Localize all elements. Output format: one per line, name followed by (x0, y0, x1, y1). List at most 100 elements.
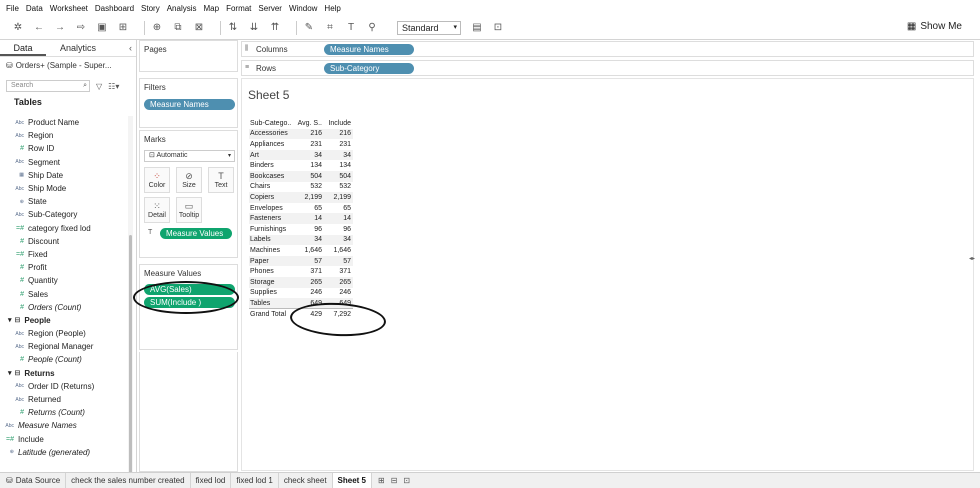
labels-icon[interactable]: T (345, 22, 357, 34)
text-button[interactable]: T Text (208, 167, 234, 193)
field-item[interactable]: Abc Returned (0, 393, 130, 406)
field-item[interactable]: # Sales (0, 287, 130, 300)
sheet-tab[interactable]: Sheet 5 (332, 472, 373, 488)
menu-worksheet[interactable]: Worksheet (50, 4, 88, 13)
filter-icon[interactable]: ▽ (96, 82, 102, 91)
table-group[interactable]: ▾ ⊟ People (0, 314, 130, 327)
row-header-cell[interactable]: Envelopes (249, 203, 294, 214)
group-icon[interactable]: ⌗ (324, 22, 336, 34)
field-item[interactable]: # Orders (Count) (0, 301, 130, 314)
swap-rows-columns-icon[interactable]: ⇅ (227, 22, 239, 34)
pages-card[interactable]: Pages (139, 40, 238, 72)
field-item[interactable]: Abc Segment (0, 156, 130, 169)
filters-card[interactable]: Filters Measure Names (139, 78, 238, 128)
tab-analytics[interactable]: Analytics (60, 40, 96, 56)
row-header-cell[interactable]: Storage (249, 276, 294, 288)
tooltip-button[interactable]: ▭ Tooltip (176, 197, 202, 223)
row-header-cell[interactable]: Machines (249, 245, 294, 256)
marks-text-pill[interactable]: Measure Values (160, 228, 232, 239)
new-datasource-icon[interactable]: ⊞ (117, 22, 129, 34)
field-item[interactable]: Abc Sub-Category (0, 208, 130, 221)
replay-icon[interactable]: ⇨ (75, 22, 87, 34)
field-item[interactable]: Abc Ship Mode (0, 182, 130, 195)
undo-icon[interactable]: ← (33, 22, 45, 34)
tab-data[interactable]: Data (0, 40, 46, 56)
row-header-cell[interactable]: Chairs (249, 182, 294, 193)
show-cards-icon[interactable]: ▤ (471, 22, 483, 34)
fit-select[interactable]: Standard ▾ (397, 20, 461, 35)
sort-descending-icon[interactable]: ⇈ (269, 22, 281, 34)
filter-pill[interactable]: Measure Names (144, 99, 235, 110)
rows-pill[interactable]: Sub-Category (324, 63, 414, 74)
menu-file[interactable]: File (6, 4, 19, 13)
row-header-cell[interactable]: Fasteners (249, 213, 294, 224)
tab-data-source[interactable]: ⛁ Data Source (0, 472, 67, 488)
sheet-tab[interactable]: check the sales number created (66, 472, 191, 488)
field-item[interactable]: Abc Region (People) (0, 327, 130, 340)
row-header-cell[interactable]: Art (249, 149, 294, 161)
view-options-icon[interactable]: ☷▾ (108, 82, 119, 91)
row-header-cell[interactable]: Appliances (249, 139, 294, 150)
save-icon[interactable]: ▣ (96, 22, 108, 34)
field-item[interactable]: Abc Product Name (0, 116, 130, 129)
resize-handle-icon[interactable]: ◂▸ (969, 255, 975, 262)
field-item[interactable]: ▦ Ship Date (0, 169, 130, 182)
sheet-view[interactable]: Sheet 5 Sub-Catego.. Avg. S.. Include Acces… (241, 78, 975, 471)
row-header-cell[interactable]: Phones (249, 266, 294, 277)
row-header-cell[interactable]: Supplies (249, 288, 294, 299)
menu-map[interactable]: Map (204, 4, 220, 13)
redo-icon[interactable]: → (54, 22, 66, 34)
collapse-pane-icon[interactable]: ‹ (129, 43, 132, 53)
rows-shelf[interactable]: ≡ Rows Sub-Category (241, 60, 974, 76)
search-input[interactable]: Search ⌕ (6, 80, 90, 92)
field-item[interactable]: =# Fixed (0, 248, 130, 261)
field-item[interactable]: # Returns (Count) (0, 406, 130, 419)
field-item[interactable]: Abc Order ID (Returns) (0, 380, 130, 393)
menu-data[interactable]: Data (26, 4, 43, 13)
row-header-cell[interactable]: Labels (249, 234, 294, 246)
sort-ascending-icon[interactable]: ⇊ (248, 22, 260, 34)
highlight-icon[interactable]: ✎ (303, 22, 315, 34)
menu-dashboard[interactable]: Dashboard (95, 4, 134, 13)
field-item[interactable]: Abc Region (0, 129, 130, 142)
menu-story[interactable]: Story (141, 4, 160, 13)
sheet-tab[interactable]: fixed lod 1 (231, 472, 279, 488)
row-header-cell[interactable]: Grand Total (249, 308, 294, 320)
field-item[interactable]: Abc Measure Names (0, 419, 130, 432)
sheet-tab[interactable]: check sheet (279, 472, 333, 488)
row-header-cell[interactable]: Binders (249, 160, 294, 171)
duplicate-sheet-icon[interactable]: ⧉ (172, 22, 184, 34)
columns-shelf[interactable]: ⫼ Columns Measure Names (241, 41, 974, 57)
row-header-cell[interactable]: Tables (249, 298, 294, 309)
field-item[interactable]: ⊕ Latitude (generated) (0, 446, 130, 459)
detail-button[interactable]: ⁙ Detail (144, 197, 170, 223)
fix-axes-icon[interactable]: ⚲ (366, 22, 378, 34)
sheet-tab[interactable]: fixed lod (191, 472, 232, 488)
row-header-cell[interactable]: Furnishings (249, 224, 294, 235)
expand-icon[interactable]: ▾ (8, 369, 12, 377)
datasource-item[interactable]: ⛁ Orders+ (Sample - Super... (0, 57, 136, 73)
field-item[interactable]: # Profit (0, 261, 130, 274)
color-button[interactable]: ⁘ Color (144, 167, 170, 193)
field-item[interactable]: # Quantity (0, 274, 130, 287)
field-item[interactable]: ⊕ State (0, 195, 130, 208)
field-item[interactable]: =# category fixed lod (0, 222, 130, 235)
new-dashboard-icon[interactable]: ⊟ (391, 476, 398, 485)
menu-help[interactable]: Help (324, 4, 340, 13)
columns-pill[interactable]: Measure Names (324, 44, 414, 55)
new-story-icon[interactable]: ⊡ (403, 476, 410, 485)
row-header-cell[interactable]: Accessories (249, 128, 294, 140)
row-header-cell[interactable]: Copiers (249, 192, 294, 203)
clear-sheet-icon[interactable]: ⊠ (193, 22, 205, 34)
field-item[interactable]: # People (Count) (0, 353, 130, 366)
new-worksheet-icon[interactable]: ⊕ (151, 22, 163, 34)
sheet-title[interactable]: Sheet 5 (248, 88, 289, 102)
field-item[interactable]: # Row ID (0, 142, 130, 155)
row-header-cell[interactable]: Bookcases (249, 170, 294, 182)
field-item[interactable]: Abc Regional Manager (0, 340, 130, 353)
row-header-cell[interactable]: Sub-Catego.. (249, 118, 294, 129)
menu-analysis[interactable]: Analysis (167, 4, 197, 13)
show-me-button[interactable]: ▦ Show Me (907, 21, 962, 32)
new-worksheet-icon[interactable]: ⊞ (378, 476, 385, 485)
presentation-icon[interactable]: ⊡ (492, 22, 504, 34)
